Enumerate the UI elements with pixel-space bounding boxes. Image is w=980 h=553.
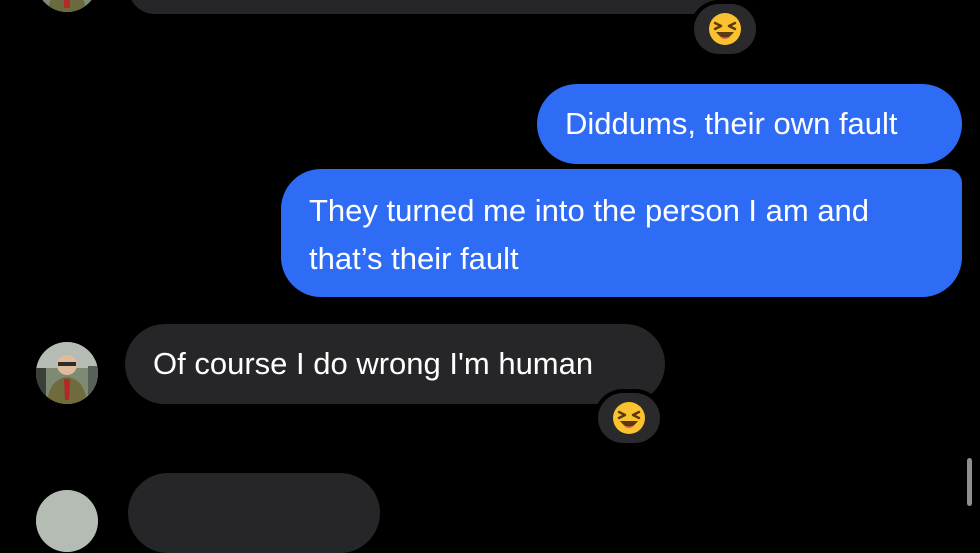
reaction-badge-top[interactable] bbox=[694, 4, 756, 54]
message-bubble-incoming[interactable]: Of course I do wrong I'm human bbox=[125, 324, 665, 404]
message-bubble-incoming-bottom[interactable] bbox=[128, 473, 380, 553]
contact-photo-icon bbox=[36, 0, 98, 12]
contact-avatar[interactable] bbox=[36, 342, 98, 404]
contact-photo-icon bbox=[36, 490, 98, 552]
laughing-emoji-icon bbox=[709, 13, 741, 45]
scrollbar[interactable] bbox=[967, 458, 972, 506]
contact-avatar[interactable] bbox=[36, 490, 98, 552]
message-bubble-incoming-top[interactable] bbox=[128, 0, 738, 14]
reaction-badge[interactable] bbox=[598, 393, 660, 443]
message-bubble-outgoing[interactable]: Diddums, their own fault bbox=[537, 84, 962, 164]
message-bubble-outgoing[interactable]: They turned me into the person I am and … bbox=[281, 169, 962, 297]
laughing-emoji-icon bbox=[613, 402, 645, 434]
message-text: Diddums, their own fault bbox=[565, 106, 898, 141]
contact-photo-icon bbox=[36, 342, 98, 404]
message-text: Of course I do wrong I'm human bbox=[153, 346, 594, 381]
message-text: They turned me into the person I am and … bbox=[309, 193, 870, 276]
contact-avatar[interactable] bbox=[36, 0, 98, 12]
